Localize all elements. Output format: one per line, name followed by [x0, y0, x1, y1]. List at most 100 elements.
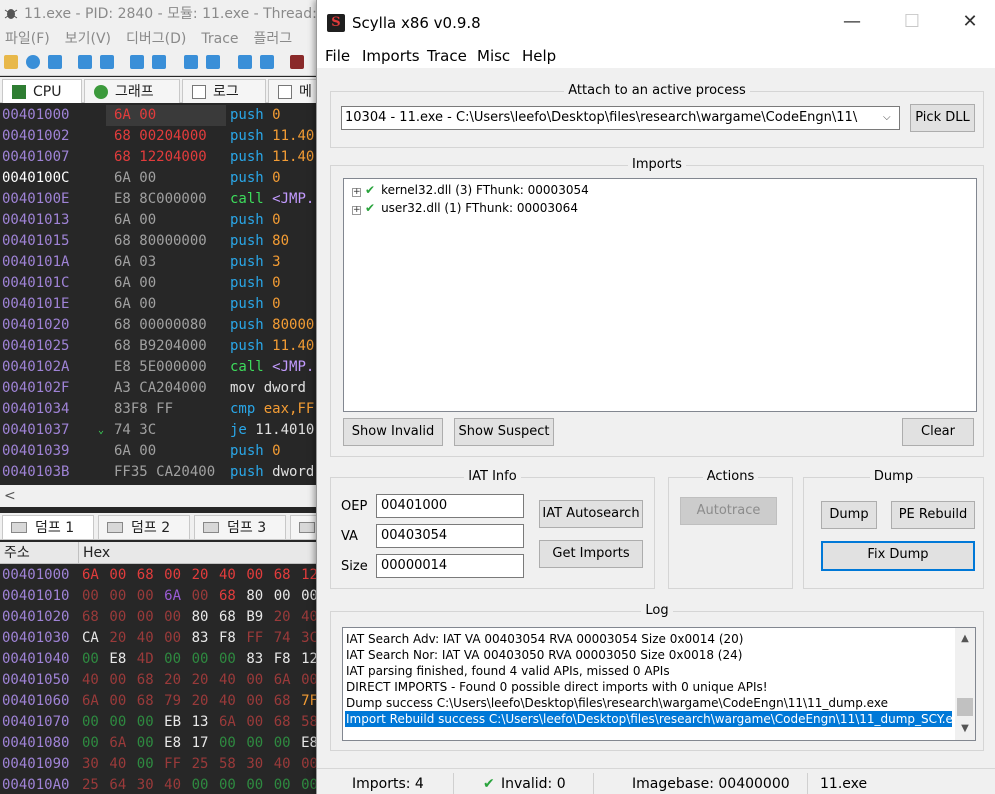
tab-graph[interactable]: 그래프 [84, 79, 180, 103]
debugger-menu-debug[interactable]: 디버그(D) [126, 31, 186, 47]
log-line[interactable]: IAT parsing finished, found 4 valid APIs… [346, 663, 953, 679]
disasm-row[interactable]: 00401000 6A 00 push 0 [0, 105, 330, 126]
maximize-button[interactable]: ☐ [902, 12, 922, 32]
dump-byte: 00 [273, 588, 291, 604]
disasm-row[interactable]: 0040103B FF35 CA20400 push dword [0, 462, 330, 483]
menu-misc[interactable]: Misc [477, 44, 510, 68]
debugger-menu-file[interactable]: 파일(F) [5, 31, 50, 47]
tab-cpu[interactable]: CPU [2, 79, 82, 103]
scroll-thumb[interactable] [957, 698, 973, 716]
stop-icon[interactable] [48, 55, 62, 69]
disasm-row[interactable]: 00401039 6A 00 push 0 [0, 441, 330, 462]
scroll-down-icon[interactable]: ▼ [955, 720, 975, 738]
disasm-row[interactable]: 00401007 68 12204000 push 11.40 [0, 147, 330, 168]
dump-row[interactable]: 00401040 00 E8 4D 00 00 00 83 F8 12 [0, 649, 330, 670]
size-field[interactable]: 00000014 [376, 554, 524, 578]
step-into-icon[interactable] [130, 55, 144, 69]
disasm-row[interactable]: 0040102F A3 CA204000 mov dword [0, 378, 330, 399]
disasm-row[interactable]: 00401013 6A 00 push 0 [0, 210, 330, 231]
run-icon[interactable] [78, 55, 92, 69]
log-scrollbar[interactable]: ▲ ▼ [955, 628, 975, 740]
pick-dll-button[interactable]: Pick DLL [910, 104, 975, 132]
va-field[interactable]: 00403054 [376, 524, 524, 548]
disasm-row[interactable]: 0040101A 6A 03 push 3 [0, 252, 330, 273]
disasm-row[interactable]: 0040100C 6A 00 push 0 [0, 168, 330, 189]
dump-view[interactable]: 00401000 6A 00 68 00 20 40 00 68 12 00401010 00 00 00… [0, 565, 330, 794]
dump-button[interactable]: Dump [821, 501, 877, 529]
clear-button[interactable]: Clear [902, 418, 974, 446]
debugger-menu-trace[interactable]: Trace [201, 31, 238, 47]
scylla-toolbar-icon[interactable] [290, 55, 304, 69]
step-over-icon[interactable] [152, 55, 166, 69]
fix-dump-button[interactable]: Fix Dump [821, 541, 975, 571]
trace-into-icon[interactable] [184, 55, 198, 69]
show-suspect-button[interactable]: Show Suspect [454, 418, 554, 446]
get-imports-button[interactable]: Get Imports [539, 540, 643, 568]
iat-autosearch-button[interactable]: IAT Autosearch [539, 500, 643, 528]
disasm-row[interactable]: 0040102A E8 5E000000 call <JMP. [0, 357, 330, 378]
tab-dump-3[interactable]: 덤프 3 [194, 515, 286, 539]
disasm-bytes: 83F8 FF [114, 401, 174, 417]
show-invalid-button[interactable]: Show Invalid [343, 418, 443, 446]
scroll-left-icon[interactable]: < [4, 488, 16, 504]
trace-over-icon[interactable] [206, 55, 220, 69]
dump-row[interactable]: 00401080 00 6A 00 E8 17 00 00 00 E8 [0, 733, 330, 754]
disasm-row[interactable]: 0040101E 6A 00 push 0 [0, 294, 330, 315]
disasm-row[interactable]: 00401025 68 B9204000 push 11.40 [0, 336, 330, 357]
disasm-row[interactable]: 00401020 68 00000080 push 80000 [0, 315, 330, 336]
dump-row[interactable]: 00401010 00 00 00 6A 00 68 80 00 00 [0, 586, 330, 607]
imports-tree[interactable]: + ✔ kernel32.dll (3) FThunk: 00003054 + ✔ us… [343, 178, 977, 412]
autotrace-button[interactable]: Autotrace [680, 497, 777, 525]
disasm-row[interactable]: 0040100E E8 8C000000 call <JMP. [0, 189, 330, 210]
disasm-horizontal-scrollbar[interactable]: < [0, 485, 330, 507]
disasm-row[interactable]: 00401037 74 3C ⌄ je 11.4010 [0, 420, 330, 441]
pause-icon[interactable] [100, 55, 114, 69]
menu-file[interactable]: File [325, 44, 350, 68]
oep-field[interactable]: 00401000 [376, 494, 524, 518]
dump-row[interactable]: 00401050 40 00 68 20 20 40 00 6A 00 [0, 670, 330, 691]
disassembly-view[interactable]: 00401000 6A 00 push 0 00401002 68 00204000 pu… [0, 105, 330, 485]
menu-trace[interactable]: Trace [427, 44, 467, 68]
disasm-row[interactable]: 00401034 83F8 FF cmp eax,FF [0, 399, 330, 420]
open-icon[interactable] [4, 55, 18, 69]
dump-row[interactable]: 00401060 6A 00 68 79 20 40 00 68 7F [0, 691, 330, 712]
expand-icon[interactable]: + [352, 206, 361, 215]
process-combobox[interactable]: 10304 - 11.exe - C:\Users\leefo\Desktop\… [341, 106, 900, 130]
dump-row[interactable]: 00401020 68 00 00 00 80 68 B9 20 40 [0, 607, 330, 628]
dump-row[interactable]: 00401030 CA 20 40 00 83 F8 FF 74 3C [0, 628, 330, 649]
restart-icon[interactable] [26, 55, 40, 69]
log-line[interactable]: IAT Search Nor: IAT VA 00403050 RVA 0000… [346, 647, 953, 663]
menu-help[interactable]: Help [522, 44, 556, 68]
dump-row[interactable]: 00401070 00 00 00 EB 13 6A 00 68 58 [0, 712, 330, 733]
close-button[interactable]: ✕ [960, 12, 980, 32]
disasm-row[interactable]: 00401015 68 80000000 push 80 [0, 231, 330, 252]
execute-till-return-icon[interactable] [238, 55, 252, 69]
debugger-menu-view[interactable]: 보기(V) [65, 31, 111, 47]
log-line[interactable]: Dump success C:\Users\leefo\Desktop\file… [346, 695, 953, 711]
debugger-menu-plugins[interactable]: 플러그 [254, 31, 293, 47]
disasm-row[interactable]: 00401002 68 00204000 push 11.40 [0, 126, 330, 147]
log-listbox[interactable]: ▲ ▼ IAT Search Adv: IAT VA 00403054 RVA … [342, 627, 976, 741]
menu-imports[interactable]: Imports [362, 44, 420, 68]
log-line[interactable]: DIRECT IMPORTS - Found 0 possible direct… [346, 679, 953, 695]
minimize-button[interactable]: — [842, 12, 862, 32]
pe-rebuild-button[interactable]: PE Rebuild [891, 501, 975, 529]
dump-row[interactable]: 00401000 6A 00 68 00 20 40 00 68 12 [0, 565, 330, 586]
expand-icon[interactable]: + [352, 188, 361, 197]
dump-row[interactable]: 004010A0 25 64 30 40 00 00 00 00 00 [0, 775, 330, 794]
run-to-user-code-icon[interactable] [260, 55, 274, 69]
dump-byte: 00 [246, 735, 264, 751]
disasm-address: 0040101C [2, 275, 70, 291]
log-line[interactable]: IAT Search Adv: IAT VA 00403054 RVA 0000… [346, 631, 953, 647]
dump-row[interactable]: 00401090 30 40 00 FF 25 58 30 40 00 [0, 754, 330, 775]
tree-node-kernel32[interactable]: + ✔ kernel32.dll (3) FThunk: 00003054 [352, 181, 589, 199]
log-line[interactable]: Import Rebuild success C:\Users\leefo\De… [345, 711, 952, 727]
dump-byte: 00 [109, 609, 127, 625]
tab-dump-1[interactable]: 덤프 1 [2, 515, 94, 539]
tab-dump-2[interactable]: 덤프 2 [98, 515, 190, 539]
tree-node-user32[interactable]: + ✔ user32.dll (1) FThunk: 00003064 [352, 199, 578, 217]
dump-byte: 68 [273, 567, 291, 583]
disasm-row[interactable]: 0040101C 6A 00 push 0 [0, 273, 330, 294]
tab-log[interactable]: 로그 [182, 79, 266, 103]
scroll-up-icon[interactable]: ▲ [955, 630, 975, 648]
